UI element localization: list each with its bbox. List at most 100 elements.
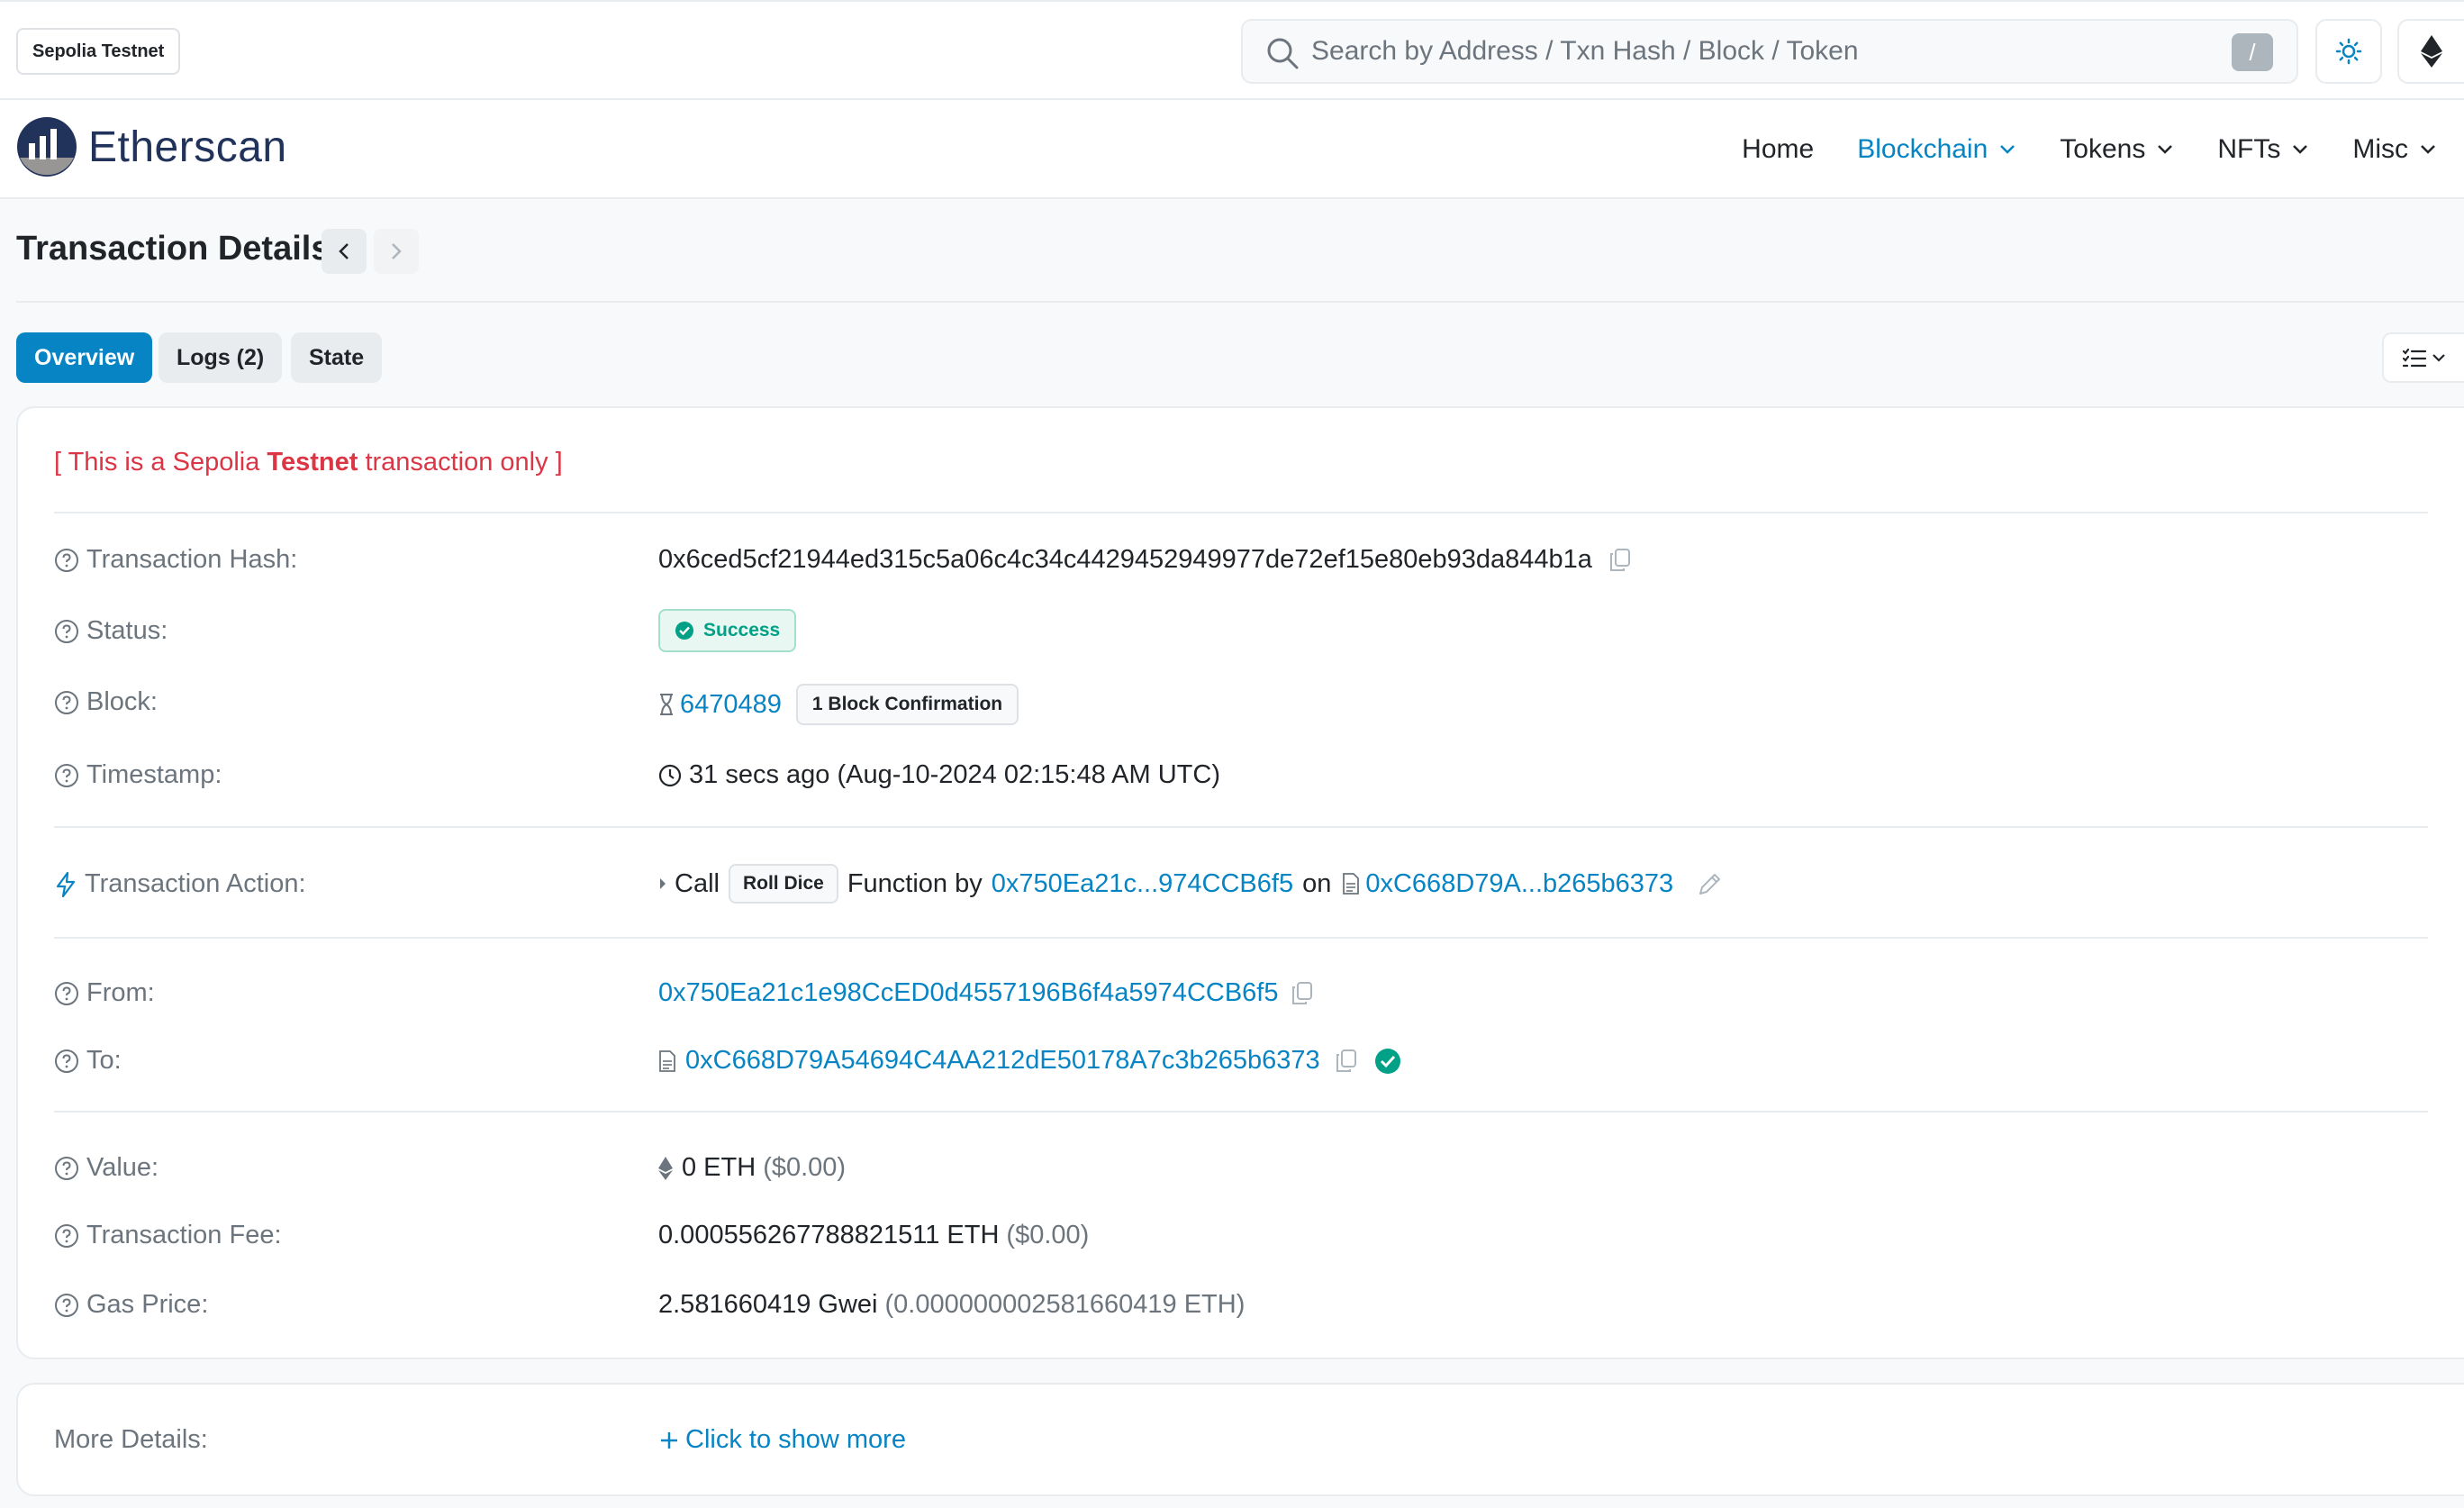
tab-logs[interactable]: Logs (2) xyxy=(159,332,283,383)
testnet-notice: [ This is a Sepolia Testnet transaction … xyxy=(54,448,563,477)
gas-eth: (0.000000002581660419 ETH) xyxy=(884,1290,1246,1319)
value-label: Value: xyxy=(86,1153,159,1182)
prev-transaction-button[interactable] xyxy=(322,229,367,274)
divider xyxy=(54,937,2428,939)
status-value-row: Success xyxy=(658,609,797,652)
notice-emphasis: Testnet xyxy=(267,448,358,477)
list-check-icon xyxy=(2402,348,2426,368)
nav-blockchain[interactable]: Blockchain xyxy=(1857,134,2016,165)
gas-value-row: 2.581660419 Gwei (0.000000002581660419 E… xyxy=(658,1290,1245,1320)
from-label: From: xyxy=(86,978,155,1007)
from-value-row: 0x750Ea21c1e98CcED0d4557196B6f4a5974CCB6… xyxy=(658,978,1314,1008)
question-circle-icon[interactable] xyxy=(54,1049,79,1074)
to-address-link[interactable]: 0xC668D79A54694C4AA212dE50178A7c3b265b63… xyxy=(685,1046,1320,1076)
more-details-card xyxy=(16,1383,2464,1496)
title-divider xyxy=(16,301,2464,303)
more-details-label-row: More Details: xyxy=(54,1425,208,1455)
block-value-row: 6470489 1 Block Confirmation xyxy=(658,684,1019,725)
chevron-left-icon xyxy=(338,241,350,261)
etherscan-logo[interactable]: Etherscan xyxy=(16,116,287,177)
caret-right-icon[interactable] xyxy=(658,877,667,891)
chevron-down-icon xyxy=(2156,144,2174,155)
next-transaction-button[interactable] xyxy=(374,229,419,274)
logo-text: Etherscan xyxy=(88,123,287,171)
tab-state[interactable]: State xyxy=(291,332,383,383)
notice-prefix: [ This is a Sepolia xyxy=(54,448,267,477)
question-circle-icon[interactable] xyxy=(54,763,79,788)
nav-home-label: Home xyxy=(1742,134,1815,164)
question-circle-icon[interactable] xyxy=(54,1293,79,1318)
tab-overview[interactable]: Overview xyxy=(16,332,153,383)
main-header: Etherscan Home Blockchain Tokens NFTs Mi… xyxy=(0,100,2464,199)
question-circle-icon[interactable] xyxy=(54,981,79,1006)
action-label: Transaction Action: xyxy=(85,869,306,898)
fee-amount: 0.000556267788821511 ETH xyxy=(658,1221,1000,1249)
copy-icon[interactable] xyxy=(1335,1049,1358,1074)
from-label-row: From: xyxy=(54,978,155,1008)
ethereum-icon xyxy=(2421,35,2442,68)
question-circle-icon[interactable] xyxy=(54,1156,79,1181)
lightning-icon xyxy=(54,871,77,898)
action-to-link[interactable]: 0xC668D79A...b265b6373 xyxy=(1365,869,1673,899)
value-label-row: Value: xyxy=(54,1153,159,1183)
search-box[interactable]: / xyxy=(1241,19,2298,84)
hourglass-icon xyxy=(658,693,675,716)
nav-misc[interactable]: Misc xyxy=(2352,134,2437,165)
chevron-down-icon xyxy=(2419,144,2437,155)
verified-check-icon xyxy=(1374,1048,1401,1075)
timestamp-value: 31 secs ago (Aug-10-2024 02:15:48 AM UTC… xyxy=(689,760,1220,789)
nav-blockchain-label: Blockchain xyxy=(1857,134,1988,164)
page-title: Transaction Details xyxy=(16,230,331,268)
ethereum-icon xyxy=(658,1156,673,1180)
gas-label: Gas Price: xyxy=(86,1290,209,1319)
method-badge: Roll Dice xyxy=(728,864,838,904)
question-circle-icon[interactable] xyxy=(54,548,79,573)
check-circle-icon xyxy=(675,621,694,640)
chevron-down-icon xyxy=(2432,353,2446,362)
function-by-text: Function by xyxy=(847,868,983,898)
fee-label: Transaction Fee: xyxy=(86,1221,282,1249)
question-circle-icon[interactable] xyxy=(54,619,79,644)
search-icon xyxy=(1264,35,1300,71)
question-circle-icon[interactable] xyxy=(54,690,79,715)
show-more-text[interactable]: Click to show more xyxy=(685,1425,906,1455)
sun-icon xyxy=(2335,38,2362,65)
from-address-link[interactable]: 0x750Ea21c1e98CcED0d4557196B6f4a5974CCB6… xyxy=(658,978,1278,1008)
transaction-hash: 0x6ced5cf21944ed315c5a06c4c34c4429452949… xyxy=(658,545,1592,574)
copy-icon[interactable] xyxy=(1608,548,1632,573)
block-number-link[interactable]: 6470489 xyxy=(680,690,782,720)
search-input[interactable] xyxy=(1311,30,2212,73)
fee-usd: ($0.00) xyxy=(1006,1221,1090,1249)
question-circle-icon[interactable] xyxy=(54,1223,79,1249)
value-amount: 0 ETH xyxy=(682,1153,756,1182)
on-text: on xyxy=(1302,868,1332,898)
view-options-button[interactable] xyxy=(2382,332,2464,383)
nav-tokens[interactable]: Tokens xyxy=(2060,134,2174,165)
pencil-icon[interactable] xyxy=(1697,870,1724,897)
value-value-row: 0 ETH ($0.00) xyxy=(658,1153,846,1183)
status-text: Success xyxy=(703,620,781,640)
chevron-down-icon xyxy=(1998,144,2016,155)
copy-icon[interactable] xyxy=(1291,981,1314,1006)
nav-nfts[interactable]: NFTs xyxy=(2217,134,2309,165)
network-badge[interactable]: Sepolia Testnet xyxy=(16,28,181,75)
to-label-row: To: xyxy=(54,1046,122,1076)
value-usd: ($0.00) xyxy=(763,1153,847,1182)
status-label: Status: xyxy=(86,616,168,645)
theme-toggle-button[interactable] xyxy=(2315,19,2382,84)
show-more-link[interactable]: Click to show more xyxy=(658,1425,906,1455)
action-value-row: Call Roll Dice Function by 0x750Ea21c...… xyxy=(658,864,1724,904)
action-label-row: Transaction Action: xyxy=(54,869,306,899)
action-from-link[interactable]: 0x750Ea21c...974CCB6f5 xyxy=(992,869,1293,899)
network-switch-button[interactable] xyxy=(2397,19,2464,84)
nav-tokens-label: Tokens xyxy=(2060,134,2146,164)
timestamp-value-row: 31 secs ago (Aug-10-2024 02:15:48 AM UTC… xyxy=(658,760,1220,790)
block-label-row: Block: xyxy=(54,687,158,717)
chevron-right-icon xyxy=(390,241,403,261)
hash-value-row: 0x6ced5cf21944ed315c5a06c4c34c4429452949… xyxy=(658,545,1632,575)
status-badge: Success xyxy=(658,609,797,652)
clock-icon xyxy=(658,764,682,787)
nav-home[interactable]: Home xyxy=(1742,134,1814,165)
gas-amount: 2.581660419 Gwei xyxy=(658,1290,878,1319)
timestamp-label-row: Timestamp: xyxy=(54,760,222,790)
